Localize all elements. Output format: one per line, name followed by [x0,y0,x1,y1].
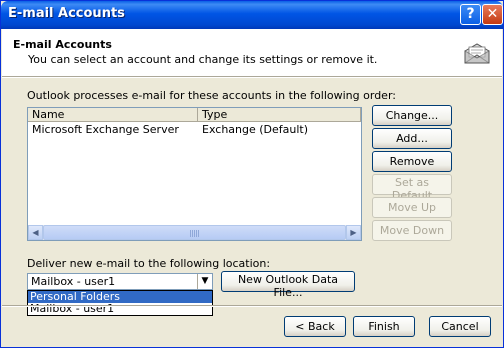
add-button[interactable]: Add... [372,128,452,149]
set-as-default-button[interactable]: Set as Default [372,174,452,202]
scroll-left-button[interactable]: ◀ [28,225,43,240]
new-outlook-data-file-button[interactable]: New Outlook Data File... [221,271,355,299]
delivery-location-dropdown: Personal Folders Mailbox - user1 [27,290,213,316]
header-panel: E-mail Accounts You can select an accoun… [2,29,502,76]
header-divider [2,76,502,78]
account-name: Microsoft Exchange Server [32,123,179,136]
grip-icon [190,230,199,237]
delivery-location-select[interactable]: Mailbox - user1 ▼ [27,273,213,290]
cancel-button[interactable]: Cancel [429,316,491,337]
change-button[interactable]: Change... [372,105,452,126]
header-subtitle: You can select an account and change its… [28,53,378,66]
window-title: E-mail Accounts [8,6,125,21]
help-button[interactable]: ? [460,4,481,25]
mail-accounts-icon [464,43,490,64]
accounts-intro-label: Outlook processes e-mail for these accou… [27,89,396,102]
email-accounts-dialog: E-mail Accounts ? ✕ E-mail Accounts You … [0,0,504,348]
accounts-list[interactable]: Name Type Microsoft Exchange Server Exch… [27,107,362,241]
column-header-type[interactable]: Type [198,108,361,122]
close-button[interactable]: ✕ [482,4,503,25]
back-button[interactable]: < Back [284,316,346,337]
horizontal-scrollbar[interactable]: ◀ ▶ [28,225,361,240]
finish-button[interactable]: Finish [353,316,415,337]
remove-button[interactable]: Remove [372,151,452,172]
deliver-location-label: Deliver new e-mail to the following loca… [27,257,271,270]
account-type: Exchange (Default) [202,123,309,136]
footer-divider [2,305,502,307]
column-header-name[interactable]: Name [28,108,198,122]
scroll-right-button[interactable]: ▶ [346,225,361,240]
move-down-button[interactable]: Move Down [372,220,452,241]
chevron-down-icon[interactable]: ▼ [197,274,212,289]
move-up-button[interactable]: Move Up [372,197,452,218]
scroll-thumb[interactable] [43,225,346,240]
delivery-location-value: Mailbox - user1 [31,275,116,288]
header-title: E-mail Accounts [13,38,112,51]
title-bar[interactable]: E-mail Accounts ? ✕ [1,1,503,29]
